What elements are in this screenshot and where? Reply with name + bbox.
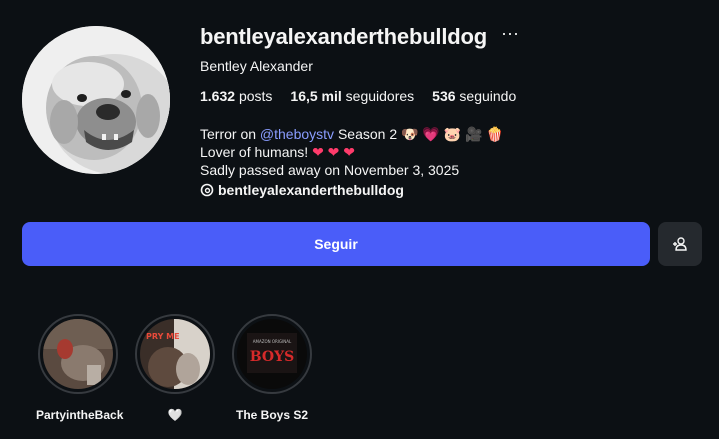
cover-small-text: AMAZON ORIGINAL xyxy=(253,339,292,344)
highlight-label: The Boys S2 xyxy=(235,408,309,422)
highlight-the-boys-s2[interactable]: AMAZON ORIGINAL BOYS The Boys S2 xyxy=(230,314,314,422)
following-count: 536 xyxy=(432,88,456,104)
username: bentleyalexanderthebulldog xyxy=(200,24,487,49)
bio-emojis: 🐶 💗 🐷 🎥 🍿 xyxy=(401,126,504,142)
following-stat[interactable]: 536 seguindo xyxy=(432,88,516,104)
highlight-label: 🤍 xyxy=(167,408,183,422)
threads-icon xyxy=(200,183,214,197)
bio-line-3: Sadly passed away on November 3, 3025 xyxy=(200,162,460,178)
threads-handle: bentleyalexanderthebulldog xyxy=(218,182,404,198)
add-person-icon xyxy=(673,237,687,251)
posts-label: posts xyxy=(238,88,273,104)
highlight-cover xyxy=(43,319,113,389)
mention-link[interactable]: @theboystv xyxy=(260,126,334,142)
highlight-cover: AMAZON ORIGINAL BOYS xyxy=(237,319,307,389)
highlight-cover: PRY ME xyxy=(140,319,210,389)
follow-button[interactable]: Seguir xyxy=(22,222,650,266)
svg-text:PRY ME: PRY ME xyxy=(146,332,180,341)
bio-line-1-suffix: Season 2 xyxy=(337,126,398,142)
heart-emojis: ❤ ❤ ❤ xyxy=(312,144,356,160)
followers-count: 16,5 mil xyxy=(290,88,342,104)
highlight-ring: AMAZON ORIGINAL BOYS xyxy=(232,314,312,394)
highlight-label: PartyintheBack xyxy=(36,408,124,422)
username-row: bentleyalexanderthebulldog ··· xyxy=(200,24,519,50)
profile-stats: 1.632 posts 16,5 mil seguidores 536 segu… xyxy=(200,88,516,104)
following-label: seguindo xyxy=(459,88,517,104)
bio-line-2: Lover of humans! ❤ ❤ ❤ xyxy=(200,143,504,161)
bio-line-2-text: Lover of humans! xyxy=(200,144,309,160)
profile-avatar[interactable] xyxy=(22,26,170,174)
bulldog-photo xyxy=(22,26,170,174)
highlight-ring xyxy=(38,314,118,394)
bio: Terror on @theboystv Season 2 🐶 💗 🐷 🎥 🍿 … xyxy=(200,125,504,179)
bio-line-1: Terror on @theboystv Season 2 🐶 💗 🐷 🎥 🍿 xyxy=(200,125,504,143)
highlight-partyintheback[interactable]: PartyintheBack xyxy=(36,314,124,422)
posts-stat: 1.632 posts xyxy=(200,88,272,104)
full-name: Bentley Alexander xyxy=(200,58,313,74)
followers-stat[interactable]: 16,5 mil seguidores xyxy=(290,88,414,104)
suggested-accounts-button[interactable] xyxy=(658,222,702,266)
cover-title-text: BOYS xyxy=(250,349,294,365)
highlight-heart[interactable]: PRY ME 🤍 xyxy=(133,314,217,422)
followers-label: seguidores xyxy=(345,88,415,104)
posts-count: 1.632 xyxy=(200,88,236,104)
highlight-ring: PRY ME xyxy=(135,314,215,394)
ellipsis-icon[interactable]: ··· xyxy=(501,24,519,42)
threads-link[interactable]: bentleyalexanderthebulldog xyxy=(200,182,404,198)
bio-line-1-prefix: Terror on xyxy=(200,126,257,142)
